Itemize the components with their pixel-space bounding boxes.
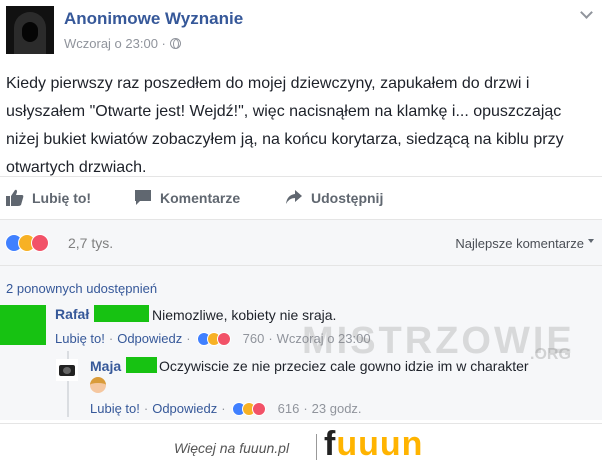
reply-author[interactable]: Maja [90,358,121,374]
page-name[interactable]: Anonimowe Wyznanie [64,9,243,29]
reply-reaction-count[interactable]: 616 [278,401,300,416]
footer: Więcej na fuuun.pl fuuun [0,423,602,467]
comment-sort-dropdown[interactable]: Najlepsze komentarze [455,236,594,251]
footer-divider [316,434,317,460]
comment-icon [134,189,152,206]
comment-author[interactable]: Rafał [55,306,89,322]
post-actions: Lubię to! Komentarze Udostępnij [0,176,602,220]
shares-link[interactable]: 2 ponownych udostępnień [6,281,157,296]
logo-rest: uuun [336,425,424,463]
post-text: Kiedy pierwszy raz poszedłem do mojej dz… [6,75,564,176]
like-label: Lubię to! [32,189,92,206]
post-timestamp[interactable]: Wczoraj o 23:00 · [64,36,166,51]
hood-shadow [22,22,38,42]
reactions-bar: 2,7 tys. Najlepsze komentarze [0,220,602,266]
post-meta: Wczoraj o 23:00 · [64,36,181,51]
comment-reply-link[interactable]: Odpowiedz [117,331,182,346]
watermark-suffix: .ORG [530,346,571,363]
like-button[interactable]: Lubię to! [6,189,91,206]
redacted-surname [126,357,157,373]
redacted-avatar [0,305,46,345]
reply-meta: Lubię to! · Odpowiedz · 616 · 23 godz. [90,401,362,416]
reply-like-link[interactable]: Lubię to! [90,401,140,416]
share-arrow-icon [285,189,303,206]
reaction-icons[interactable] [5,234,65,252]
share-button[interactable]: Udostępnij [285,189,383,206]
redacted-surname [94,305,149,322]
thumbs-up-icon [6,189,24,206]
comment-reaction-count[interactable]: 760 [243,331,265,346]
reaction-count[interactable]: 2,7 tys. [68,235,113,251]
comment-reaction-icons[interactable] [196,331,237,346]
logo-letter: f [324,425,337,463]
girl-emoji-icon [90,377,106,393]
love-reaction-icon [31,234,49,252]
reply-reaction-icons[interactable] [231,401,272,416]
comment-button[interactable]: Komentarze [134,189,240,206]
globe-icon [169,38,181,49]
reply-time[interactable]: 23 godz. [312,401,362,416]
share-label: Udostępnij [311,189,384,206]
camera-lens [63,367,71,374]
reply-avatar[interactable] [56,359,78,381]
page-avatar[interactable] [6,6,54,54]
post-header: Anonimowe Wyznanie Wczoraj o 23:00 · [6,6,596,56]
reply-reply-link[interactable]: Odpowiedz [152,401,217,416]
footer-text[interactable]: Więcej na fuuun.pl [174,440,289,456]
site-logo[interactable]: fuuun [324,425,423,464]
comment-label: Komentarze [160,189,241,206]
chevron-down-icon[interactable] [580,6,594,20]
comment-like-link[interactable]: Lubię to! [55,331,105,346]
facebook-post: Anonimowe Wyznanie Wczoraj o 23:00 · Kie… [0,0,602,420]
